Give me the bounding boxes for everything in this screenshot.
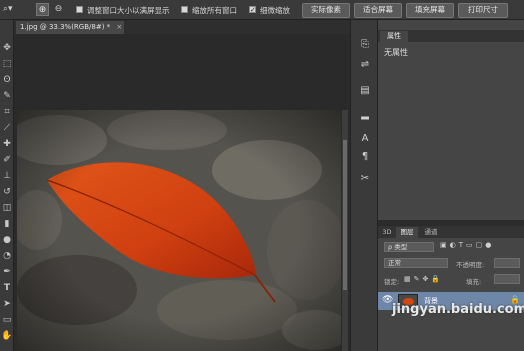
blend-mode-select[interactable]: 正常: [384, 258, 448, 268]
history-panel-icon[interactable]: ⎘: [358, 38, 372, 52]
tools-panel: ✥ ⬚ ʘ ✎ ⌗ ⟋ ✚ ✐ ⊥ ↺ ◫ ▮ ● ◔ ✒ T ➤ ▭ ✋: [0, 20, 14, 351]
close-icon[interactable]: ×: [116, 23, 122, 31]
move-tool-icon[interactable]: ✥: [1, 42, 13, 54]
actual-pixels-button[interactable]: 实际像素: [302, 3, 350, 18]
tab-channels[interactable]: 通道: [420, 227, 442, 238]
lock-label: 锁定:: [384, 278, 400, 286]
character-panel-icon[interactable]: A: [358, 132, 372, 146]
document-tab-title: 1.jpg @ 33.3%(RGB/8#) *: [20, 23, 111, 31]
clone-stamp-tool-icon[interactable]: ⊥: [1, 170, 13, 182]
zoom-out-icon[interactable]: ⊖: [52, 3, 65, 16]
document-tab[interactable]: 1.jpg @ 33.3%(RGB/8#) * ×: [16, 21, 124, 34]
fill-input[interactable]: [494, 274, 520, 284]
lasso-tool-icon[interactable]: ʘ: [1, 74, 13, 86]
layer-filter-icons[interactable]: ▣◐T▭▢●: [440, 241, 494, 249]
quick-select-tool-icon[interactable]: ✎: [1, 90, 13, 102]
brush-tool-icon[interactable]: ✐: [1, 154, 13, 166]
canvas-vertical-scrollbar[interactable]: [342, 110, 348, 351]
fit-screen-button[interactable]: 适合屏幕: [354, 3, 402, 18]
history-brush-tool-icon[interactable]: ↺: [1, 186, 13, 198]
gradient-tool-icon[interactable]: ▮: [1, 218, 13, 230]
opacity-label: 不透明度:: [456, 261, 485, 269]
path-select-tool-icon[interactable]: ➤: [1, 298, 13, 310]
options-bar: ⌕▾ ⊕ ⊖ 调整窗口大小以满屏显示 缩放所有窗口 ✓ 细微缩放 实际像素 适合…: [0, 0, 524, 20]
histogram-panel-icon[interactable]: ▂: [358, 108, 372, 122]
no-properties-text: 无属性: [384, 48, 408, 57]
adjustments-panel-icon[interactable]: ⇌: [358, 58, 372, 72]
swatches-panel-icon[interactable]: ▤: [358, 84, 372, 98]
zoom-in-icon[interactable]: ⊕: [36, 3, 49, 16]
pen-tool-icon[interactable]: ✒: [1, 266, 13, 278]
tab-layers[interactable]: 图层: [396, 227, 418, 238]
print-size-button[interactable]: 打印尺寸: [458, 3, 508, 18]
scrollbar-thumb[interactable]: [343, 140, 347, 290]
marquee-tool-icon[interactable]: ⬚: [1, 58, 13, 70]
hand-tool-icon[interactable]: ✋: [1, 330, 13, 342]
tools-preset-panel-icon[interactable]: ✂: [358, 172, 372, 186]
fill-screen-button[interactable]: 填充屏幕: [406, 3, 454, 18]
tab-3d[interactable]: 3D: [380, 227, 394, 238]
scrubby-zoom-checkbox[interactable]: ✓: [249, 6, 256, 14]
opacity-input[interactable]: [494, 258, 520, 268]
document-image[interactable]: [17, 110, 341, 351]
healing-brush-tool-icon[interactable]: ✚: [1, 138, 13, 150]
tab-properties[interactable]: 属性: [380, 31, 408, 42]
watermark: jingyan.baidu.com: [392, 302, 524, 317]
zoom-all-windows-label: 缩放所有窗口: [192, 6, 237, 15]
dodge-tool-icon[interactable]: ◔: [1, 250, 13, 262]
resize-windows-checkbox[interactable]: [76, 6, 83, 13]
shape-tool-icon[interactable]: ▭: [1, 314, 13, 326]
eyedropper-tool-icon[interactable]: ⟋: [1, 122, 13, 134]
zoom-tool-preset-icon[interactable]: ⌕▾: [3, 4, 13, 14]
crop-tool-icon[interactable]: ⌗: [1, 106, 13, 118]
leaf-on-rock-photo: [17, 110, 341, 351]
blur-tool-icon[interactable]: ●: [1, 234, 13, 246]
scrubby-zoom-label: 细微缩放: [260, 6, 290, 15]
lock-icons[interactable]: ▦✎✥🔒: [404, 275, 443, 283]
zoom-all-windows-checkbox[interactable]: [181, 6, 188, 13]
eraser-tool-icon[interactable]: ◫: [1, 202, 13, 214]
fill-label: 填充:: [466, 278, 482, 286]
paragraph-panel-icon[interactable]: ¶: [358, 150, 372, 164]
panel-icon-dock: ⎘ ⇌ ▤ ▂ A ¶ ✂: [350, 20, 378, 351]
layer-filter-select[interactable]: ρ 类型: [384, 242, 434, 252]
type-tool-icon[interactable]: T: [1, 282, 13, 294]
resize-windows-label: 调整窗口大小以满屏显示: [87, 6, 170, 15]
